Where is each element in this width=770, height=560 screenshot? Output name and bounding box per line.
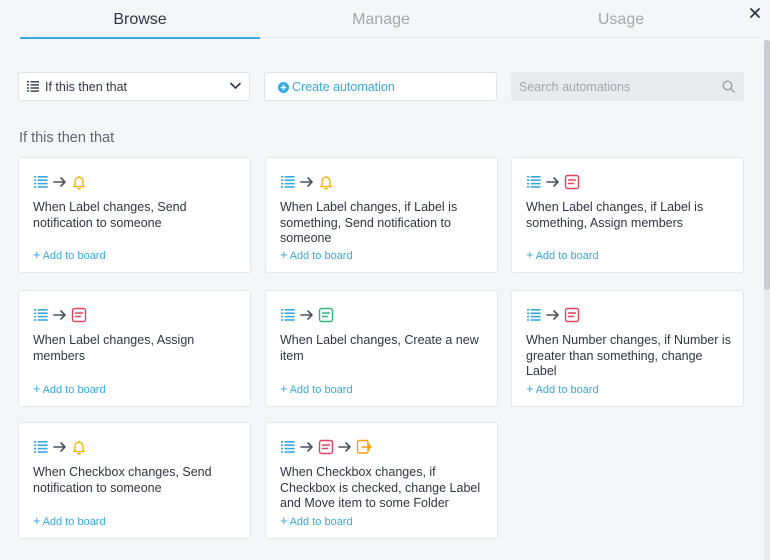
plus-icon: + [526, 381, 534, 396]
bell-icon [71, 174, 87, 190]
automation-description: When Number changes, if Number is greate… [526, 333, 731, 378]
scrollbar-thumb[interactable] [764, 40, 770, 290]
add-to-board-label: Add to board [42, 516, 106, 528]
arrow-icon [52, 439, 68, 455]
plus-icon: + [526, 247, 534, 262]
recipe-icons [33, 307, 87, 323]
add-to-board-label: Add to board [535, 384, 599, 396]
automation-card[interactable]: When Number changes, if Number is greate… [511, 290, 744, 407]
plus-icon: + [33, 513, 41, 528]
arrow-icon [52, 174, 68, 190]
add-to-board-link[interactable]: + Add to board [280, 513, 353, 528]
recipe-icons [280, 174, 334, 190]
recipe-icons [526, 307, 580, 323]
add-to-board-label: Add to board [289, 250, 353, 262]
list-icon [33, 307, 49, 323]
recipe-icons [33, 439, 87, 455]
automation-card[interactable]: When Checkbox changes, Send notification… [18, 422, 251, 539]
automation-description: When Checkbox changes, Send notification… [33, 465, 212, 495]
add-to-board-label: Add to board [42, 384, 106, 396]
add-to-board-link[interactable]: + Add to board [526, 247, 599, 262]
close-icon[interactable] [747, 5, 763, 21]
automation-card[interactable]: When Label changes, Create a new item + Ad… [265, 290, 498, 407]
form-icon [564, 307, 580, 323]
plus-icon: + [33, 381, 41, 396]
automation-card[interactable]: When Label changes, Send notification to… [18, 157, 251, 273]
arrow-icon [545, 307, 561, 323]
automation-description: When Label changes, if Label is somethin… [280, 200, 458, 245]
automation-description: When Label changes, if Label is somethin… [526, 200, 704, 230]
list-icon [280, 439, 296, 455]
add-to-board-link[interactable]: + Add to board [33, 513, 106, 528]
automation-card[interactable]: When Label changes, Assign members + Add t… [18, 290, 251, 407]
form-icon [318, 307, 334, 323]
add-to-board-link[interactable]: + Add to board [280, 381, 353, 396]
create-automation-label: Create automation [292, 80, 395, 94]
list-icon [280, 307, 296, 323]
add-to-board-label: Add to board [289, 516, 353, 528]
recipe-icons [280, 439, 372, 455]
arrow-icon [299, 307, 315, 323]
recipe-icons [33, 174, 87, 190]
list-icon [280, 174, 296, 190]
section-title: If this then that [19, 130, 115, 146]
automation-description: When Label changes, Create a new item [280, 333, 479, 363]
automation-card[interactable]: When Label changes, if Label is somethin… [511, 157, 744, 273]
search-box [511, 72, 744, 101]
form-icon [564, 174, 580, 190]
add-to-board-link[interactable]: + Add to board [526, 381, 599, 396]
scrollbar[interactable] [764, 40, 770, 560]
recipe-icons [526, 174, 580, 190]
tab-browse[interactable]: Browse [20, 0, 260, 39]
form-icon [71, 307, 87, 323]
add-to-board-label: Add to board [42, 250, 106, 262]
move-icon [356, 439, 372, 455]
plus-icon: + [280, 247, 288, 262]
tab-usage[interactable]: Usage [501, 0, 741, 38]
list-icon [33, 439, 49, 455]
plus-icon: + [280, 381, 288, 396]
category-select-value: If this then that [45, 80, 127, 94]
automation-description: When Checkbox changes, if Checkbox is ch… [280, 465, 481, 510]
add-to-board-label: Add to board [535, 250, 599, 262]
arrow-icon [299, 439, 315, 455]
chevron-down-icon [230, 82, 241, 90]
arrow-icon [52, 307, 68, 323]
search-input[interactable] [511, 72, 711, 101]
list-icon [526, 174, 542, 190]
list-icon [526, 307, 542, 323]
automation-card[interactable]: When Label changes, if Label is somethin… [265, 157, 498, 273]
plus-icon: + [280, 513, 288, 528]
add-to-board-link[interactable]: + Add to board [33, 247, 106, 262]
plus-circle-icon [278, 82, 289, 93]
tab-manage[interactable]: Manage [261, 0, 501, 38]
automation-description: When Label changes, Send notification to… [33, 200, 187, 230]
bell-icon [318, 174, 334, 190]
search-icon[interactable] [722, 80, 735, 93]
arrow-icon [337, 439, 353, 455]
automation-description: When Label changes, Assign members [33, 333, 195, 363]
add-to-board-link[interactable]: + Add to board [280, 247, 353, 262]
bell-icon [71, 439, 87, 455]
form-icon [318, 439, 334, 455]
arrow-icon [545, 174, 561, 190]
add-to-board-link[interactable]: + Add to board [33, 381, 106, 396]
recipe-icons [280, 307, 334, 323]
automation-card[interactable]: When Checkbox changes, if Checkbox is ch… [265, 422, 498, 539]
plus-icon: + [33, 247, 41, 262]
list-icon [27, 81, 39, 92]
create-automation-button[interactable]: Create automation [264, 72, 497, 101]
arrow-icon [299, 174, 315, 190]
tab-bar: Browse Manage Usage [20, 0, 762, 39]
category-select[interactable]: If this then that [18, 72, 250, 101]
list-icon [33, 174, 49, 190]
add-to-board-label: Add to board [289, 384, 353, 396]
